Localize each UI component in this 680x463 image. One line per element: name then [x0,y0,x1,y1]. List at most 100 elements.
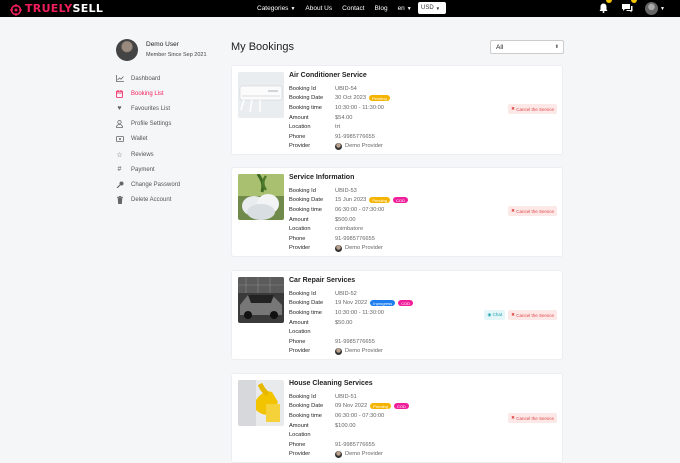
avatar [335,347,342,355]
notification-button[interactable] [599,0,612,18]
booking-phone: 91-9985776655 [335,235,375,242]
booking-time: 06:30:00 - 07:30:00 [335,206,385,213]
nav-blog[interactable]: Blog [375,5,388,12]
avatar [335,142,342,150]
cancel-service-button[interactable]: ✖ Cancel the Service [508,413,557,423]
booking-card: House Cleaning Services Booking Id UBID-5… [231,373,563,463]
service-image-cleaning [238,380,284,426]
booking-amount: $54.00 [335,114,353,121]
chat-button[interactable] [621,0,637,18]
cancel-service-button[interactable]: ✖ Cancel the Service [508,104,557,114]
service-title[interactable]: Car Repair Services [289,277,355,284]
sidebar-item-wallet[interactable]: Wallet [115,132,225,147]
calendar-icon [115,89,124,98]
wallet-icon [115,135,124,143]
nav-language[interactable]: en ▼ [398,5,412,12]
profile-summary: Demo User Member Since Sep 2021 [115,39,225,61]
avatar [116,39,138,61]
payment-badge: COD [393,197,408,204]
booking-time: 10:30:00 - 11:30:00 [335,104,384,111]
close-icon: ✖ [511,415,515,420]
close-icon: ✖ [511,312,515,317]
user-icon [115,120,124,129]
booking-card: Air Conditioner Service Booking Id UBID-5… [231,65,563,155]
payment-badge: COD [398,300,414,307]
status-badge: Pending [370,403,391,410]
chat-badge [631,0,637,3]
service-title[interactable]: House Cleaning Services [289,380,373,387]
booking-date: 19 Nov 2022 [335,300,368,307]
chevron-down-icon: ▼ [406,5,412,12]
status-badge: Inprogress [370,300,396,307]
main-nav: Categories ▼ About Us Contact Blog en ▼ [257,0,412,17]
cancel-service-button[interactable]: ✖ Cancel the Service [508,310,557,320]
booking-date: 15 Jun 2023 [335,197,367,204]
sidebar-item-reviews[interactable]: ☆ Reviews [115,147,225,162]
chevron-down-icon: ▼ [435,5,441,11]
chevron-updown-icon: ⬍ [554,44,559,50]
page-title: My Bookings [231,41,294,53]
provider-name[interactable]: Demo Provider [345,143,383,149]
user-avatar [645,2,658,15]
nav-categories[interactable]: Categories ▼ [257,5,295,12]
booking-time: 06:30:00 - 07:30:00 [335,412,385,419]
booking-location: coimbatore [335,226,364,233]
booking-amount: $100.00 [335,422,356,429]
provider-name[interactable]: Demo Provider [345,348,383,354]
user-menu[interactable]: ▼ [645,0,665,17]
booking-card: Service Information Booking Id UBID-53 Bo… [231,167,563,257]
booking-amount: $50.00 [335,319,353,326]
provider-name[interactable]: Demo Provider [345,245,383,251]
trash-icon [115,196,124,205]
status-filter-select[interactable]: All ⬍ [490,40,564,54]
payment-badge: COD [393,403,409,410]
service-image-car [238,277,284,323]
nav-about[interactable]: About Us [305,5,332,12]
chevron-down-icon: ▼ [290,5,296,12]
booking-id: UBID-52 [335,290,357,297]
avatar [335,450,342,458]
brand-name: TRUELYSELL [25,2,104,15]
cancel-service-button[interactable]: ✖ Cancel the Service [508,206,557,216]
brand-logo[interactable]: TRUELYSELL [10,2,104,16]
account-sidebar: Demo User Member Since Sep 2021 Dashboar… [115,39,225,208]
booking-card: Car Repair Services Booking Id UBID-52 Bo… [231,270,563,360]
booking-location: trt [335,124,341,131]
bell-icon [599,0,612,18]
chat-button[interactable]: ◉ Chat [484,310,506,320]
provider-name[interactable]: Demo Provider [345,451,383,457]
currency-select[interactable]: USD ▼ [418,2,446,14]
avatar [335,244,342,252]
booking-date: 30 Oct 2023 [335,95,366,102]
service-image-ac [238,72,284,118]
sidebar-item-favourites[interactable]: ♥ Favourites List [115,101,225,116]
sidebar-item-delete-account[interactable]: Delete Account [115,193,225,208]
close-icon: ✖ [511,106,515,111]
notification-badge [606,0,612,3]
booking-id: UBID-53 [335,187,357,194]
heart-icon: ♥ [117,105,122,113]
status-badge: Pending [369,95,390,102]
chevron-down-icon: ▼ [660,5,665,12]
hash-icon: # [117,166,122,174]
booking-amount: $500.00 [335,216,356,223]
member-since: Member Since Sep 2021 [146,52,207,58]
chat-bubble-icon [621,0,637,18]
booking-phone: 91-9985776655 [335,441,375,448]
star-icon: ☆ [116,151,123,159]
booking-date: 09 Nov 2022 [335,403,368,410]
booking-phone: 91-9985776655 [335,133,375,140]
booking-time: 10:30:00 - 11:30:00 [335,309,384,316]
user-name: Demo User [146,41,179,48]
close-icon: ✖ [511,208,515,213]
service-title[interactable]: Air Conditioner Service [289,72,367,79]
booking-id: UBID-54 [335,85,357,92]
sidebar-item-booking-list[interactable]: Booking List [115,86,225,101]
sidebar-item-profile-settings[interactable]: Profile Settings [115,117,225,132]
service-title[interactable]: Service Information [289,174,354,181]
sidebar-item-payment[interactable]: # Payment [115,162,225,177]
nav-contact[interactable]: Contact [342,5,364,12]
sidebar-item-dashboard[interactable]: Dashboard [115,71,225,86]
key-icon [115,181,124,189]
sidebar-item-change-password[interactable]: Change Password [115,177,225,192]
